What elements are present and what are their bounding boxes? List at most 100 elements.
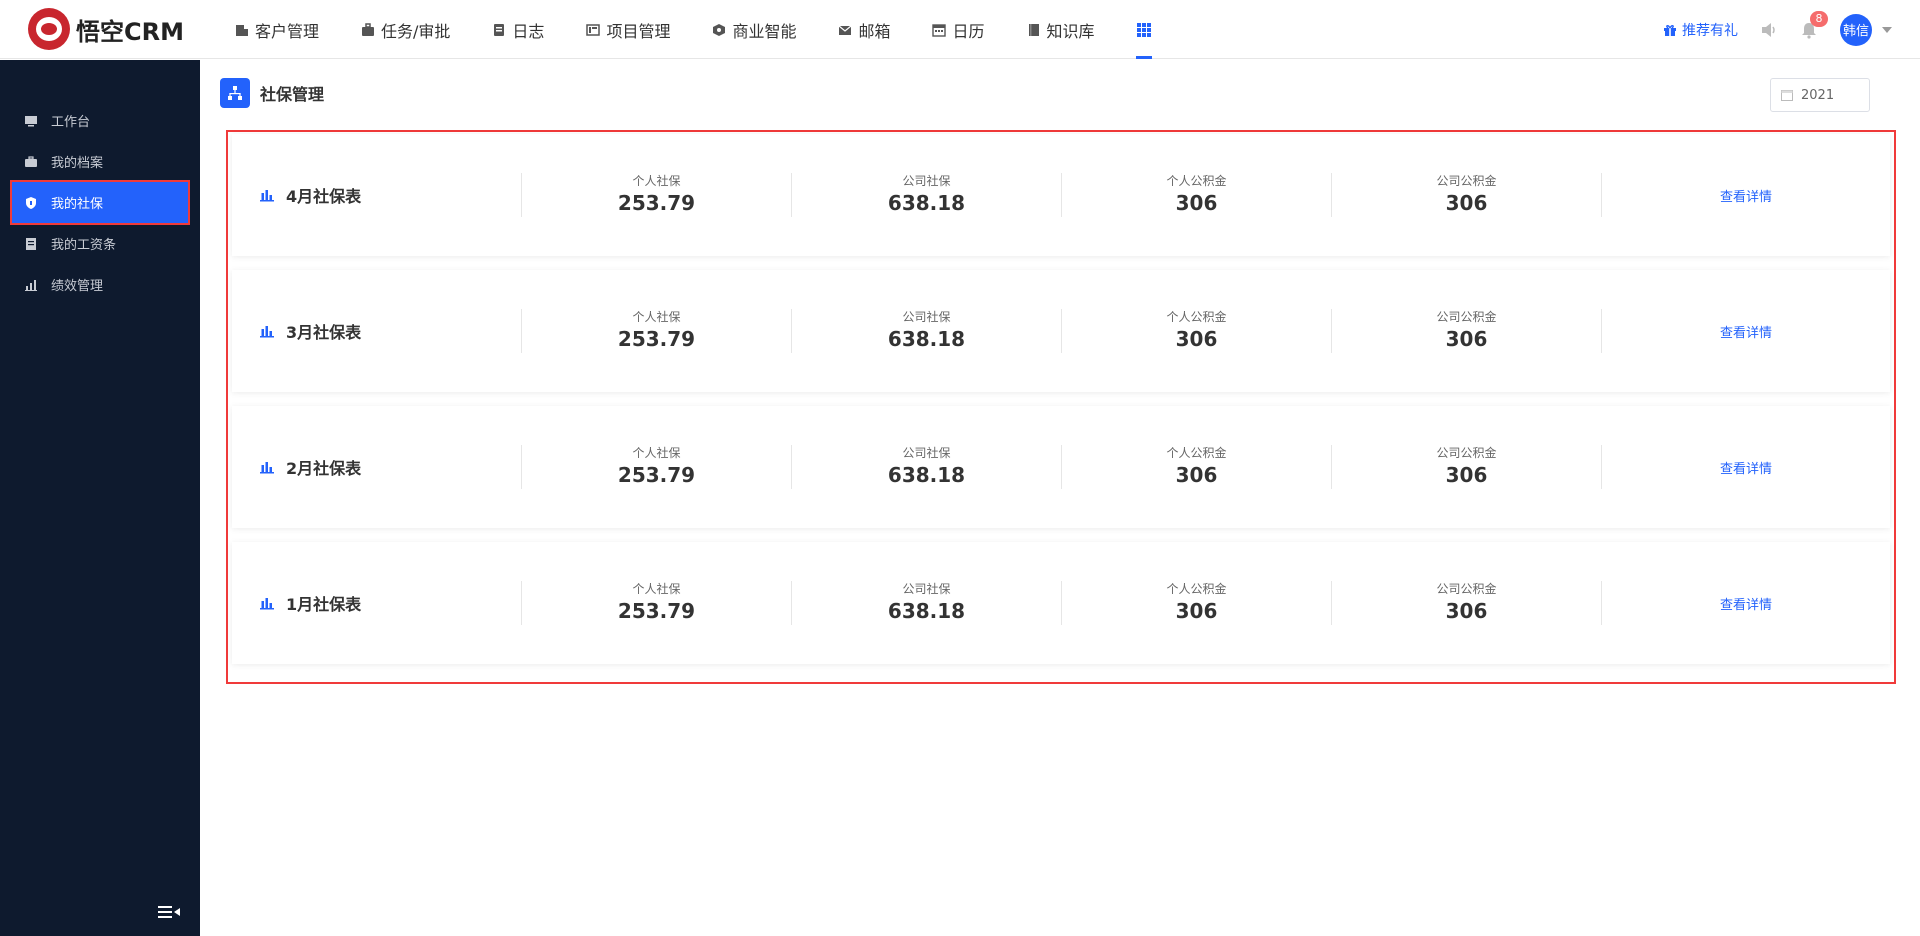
sidebar-menu: 工作台 我的档案 我的社保 我的工资条 绩效管理 <box>0 100 200 305</box>
year-picker[interactable]: 2021 <box>1770 78 1870 112</box>
stat-label: 个人公积金 <box>1166 582 1227 596</box>
nav-bi[interactable]: 商业智能 <box>691 0 817 59</box>
bar-chart-icon <box>260 326 274 338</box>
stat-company-social-security: 公司社保 638.18 <box>792 173 1062 217</box>
notification-button[interactable]: 8 <box>1800 10 1828 39</box>
nav-task[interactable]: 任务/审批 <box>340 0 471 59</box>
app-logo[interactable]: 悟空CRM <box>28 8 184 50</box>
nav-calendar[interactable]: 日历 <box>911 0 1005 59</box>
stat-company-social-security: 公司社保 638.18 <box>792 309 1062 353</box>
customer-icon <box>236 24 248 36</box>
stat-value: 253.79 <box>617 463 696 487</box>
stat-value: 253.79 <box>617 599 696 623</box>
top-right-tools: 推荐有礼 8 韩信 <box>1663 0 1892 59</box>
stat-value: 306 <box>1445 599 1488 623</box>
sidebar-item-label: 绩效管理 <box>51 279 104 294</box>
stat-value: 306 <box>1445 327 1488 351</box>
stat-company-social-security: 公司社保 638.18 <box>792 445 1062 489</box>
monkey-logo-icon <box>28 8 70 50</box>
top-bar: 悟空CRM 客户管理 任务/审批 日志 项目管理 商业智能 邮箱 日历 知识库 … <box>0 0 1920 59</box>
sidebar-item-social-security[interactable]: 我的社保 <box>10 180 190 225</box>
card-title: 2月社保表 <box>232 445 522 489</box>
stat-label: 个人公积金 <box>1166 174 1227 188</box>
bar-chart-icon <box>260 462 274 474</box>
nav-label: 知识库 <box>1046 21 1095 41</box>
book-icon <box>1028 23 1039 36</box>
card-title: 1月社保表 <box>232 581 522 625</box>
chart-icon <box>25 279 37 291</box>
stat-company-housing-fund: 公司公积金 306 <box>1332 309 1602 353</box>
stat-label: 公司公积金 <box>1436 310 1497 324</box>
sidebar-item-payslip[interactable]: 我的工资条 <box>0 223 200 264</box>
stat-label: 公司公积金 <box>1436 582 1497 596</box>
collapse-sidebar-icon[interactable] <box>158 904 180 920</box>
page-header: 社保管理 <box>220 78 324 108</box>
nav-customer[interactable]: 客户管理 <box>214 0 340 59</box>
nav-label: 商业智能 <box>732 21 797 41</box>
payslip-icon <box>26 237 36 250</box>
stat-label: 个人社保 <box>632 582 681 596</box>
stat-value: 306 <box>1445 191 1488 215</box>
shield-icon <box>26 196 36 209</box>
stat-value: 306 <box>1175 599 1218 623</box>
calendar-icon <box>932 23 947 37</box>
nav-project[interactable]: 项目管理 <box>565 0 691 59</box>
nav-label: 日志 <box>512 21 545 41</box>
calendar-icon <box>1781 90 1793 101</box>
chevron-down-icon[interactable] <box>1882 26 1892 33</box>
notification-badge: 8 <box>1810 10 1828 27</box>
stat-label: 公司公积金 <box>1436 446 1497 460</box>
nav-log[interactable]: 日志 <box>471 0 565 59</box>
log-icon <box>494 23 505 36</box>
sidebar-item-label: 我的社保 <box>51 197 104 212</box>
stat-value: 638.18 <box>887 599 966 623</box>
stat-personal-social-security: 个人社保 253.79 <box>522 309 792 353</box>
nav-knowledge[interactable]: 知识库 <box>1006 0 1116 59</box>
bi-icon <box>713 23 726 36</box>
stat-label: 个人社保 <box>632 446 681 460</box>
list-item: 4月社保表 个人社保 253.79 公司社保 638.18 个人公积金 306 … <box>232 134 1890 256</box>
nav-label: 日历 <box>952 21 985 41</box>
nav-apps[interactable] <box>1116 0 1172 59</box>
view-details-link[interactable]: 查看详情 <box>1602 186 1890 205</box>
org-chart-icon <box>220 78 250 108</box>
bar-chart-icon <box>260 190 274 202</box>
stat-personal-housing-fund: 个人公积金 306 <box>1062 309 1332 353</box>
nav-label: 任务/审批 <box>381 21 451 41</box>
sidebar: 工作台 我的档案 我的社保 我的工资条 绩效管理 <box>0 60 200 936</box>
view-details-link[interactable]: 查看详情 <box>1602 594 1890 613</box>
project-icon <box>586 23 601 36</box>
nav-label: 邮箱 <box>858 21 891 41</box>
view-details-link[interactable]: 查看详情 <box>1602 322 1890 341</box>
referral-gift-link[interactable]: 推荐有礼 <box>1663 20 1738 40</box>
stat-company-housing-fund: 公司公积金 306 <box>1332 445 1602 489</box>
stat-value: 306 <box>1175 327 1218 351</box>
stat-value: 306 <box>1445 463 1488 487</box>
stat-value: 253.79 <box>617 327 696 351</box>
stat-label: 个人公积金 <box>1166 446 1227 460</box>
sidebar-item-label: 工作台 <box>51 115 91 130</box>
sidebar-item-workbench[interactable]: 工作台 <box>0 100 200 141</box>
stat-value: 638.18 <box>887 327 966 351</box>
stat-label: 个人公积金 <box>1166 310 1227 324</box>
stat-value: 638.18 <box>887 191 966 215</box>
stat-value: 306 <box>1175 463 1218 487</box>
monitor-icon <box>25 115 37 126</box>
list-item: 3月社保表 个人社保 253.79 公司社保 638.18 个人公积金 306 … <box>232 270 1890 392</box>
nav-label: 项目管理 <box>606 21 671 41</box>
stat-label: 公司社保 <box>902 174 951 188</box>
list-item: 2月社保表 个人社保 253.79 公司社保 638.18 个人公积金 306 … <box>232 406 1890 528</box>
card-title: 3月社保表 <box>232 309 522 353</box>
sidebar-item-profile[interactable]: 我的档案 <box>0 141 200 182</box>
card-title-text: 1月社保表 <box>286 595 362 614</box>
nav-mail[interactable]: 邮箱 <box>817 0 911 59</box>
briefcase-icon <box>25 155 37 167</box>
speaker-icon[interactable] <box>1760 21 1778 39</box>
user-avatar[interactable]: 韩信 <box>1840 13 1872 46</box>
stat-label: 公司社保 <box>902 310 951 324</box>
view-details-link[interactable]: 查看详情 <box>1602 458 1890 477</box>
sidebar-item-label: 我的工资条 <box>51 238 117 253</box>
sidebar-item-performance[interactable]: 绩效管理 <box>0 264 200 305</box>
card-title-text: 4月社保表 <box>286 187 362 206</box>
stat-company-housing-fund: 公司公积金 306 <box>1332 581 1602 625</box>
